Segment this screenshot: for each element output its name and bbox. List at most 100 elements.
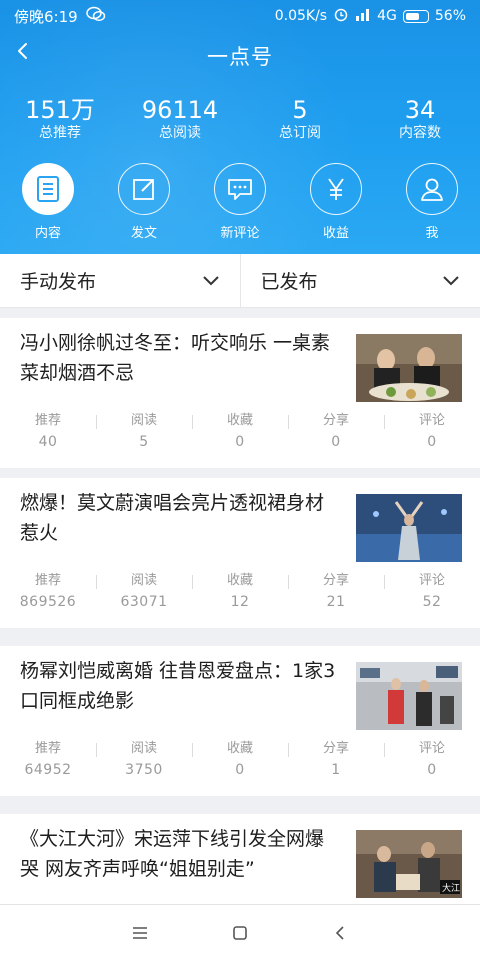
stat-label: 总订阅 [279, 125, 321, 141]
stat-label: 评论 [418, 573, 445, 588]
back-triangle-icon [335, 925, 344, 940]
stat-label: 收藏 [226, 573, 253, 588]
stat-value: 12 [230, 594, 250, 610]
stat-comment: 评论 0 [384, 412, 480, 458]
menu-icon [133, 926, 147, 939]
article-stats: 推荐 869526 阅读 63071 收藏 12 分享 21 评论 52 [0, 572, 480, 618]
nav-publish[interactable]: 发文 [96, 163, 192, 243]
stat-value: 0 [235, 762, 245, 778]
article-stats: 推荐 64952 阅读 3750 收藏 0 分享 1 评论 0 [0, 740, 480, 786]
comment-icon [228, 179, 252, 200]
home-square-icon [233, 925, 247, 940]
page-title: 一点号 [207, 45, 273, 69]
chevron-down-icon [202, 275, 219, 285]
chevron-down-icon [443, 275, 459, 285]
stat-share: 分享 1 [288, 740, 384, 786]
stat-value: 5 [139, 434, 149, 450]
nav-circle [310, 163, 362, 215]
system-back-button[interactable] [290, 925, 390, 941]
stat-label: 推荐 [34, 413, 61, 428]
battery-level: 56% [434, 8, 466, 24]
stat-value: 5 [292, 96, 308, 124]
stat-value: 64952 [24, 762, 72, 778]
feature-nav: 内容 发文 新评论 收益 我 [0, 163, 480, 243]
stat-read: 阅读 5 [96, 412, 192, 458]
stat-label: 内容数 [399, 125, 441, 141]
status-time: 傍晚6:19 [14, 7, 78, 26]
back-button[interactable] [8, 36, 38, 66]
nav-circle [406, 163, 458, 215]
nav-label: 内容 [34, 226, 61, 241]
stat-value: 1 [331, 762, 341, 778]
stat-label: 评论 [418, 413, 445, 428]
nav-new-comments[interactable]: 新评论 [192, 163, 288, 243]
menu-button[interactable] [90, 926, 190, 940]
stat-label: 阅读 [130, 741, 157, 756]
signal-icon [355, 7, 371, 25]
stat-value: 21 [326, 594, 346, 610]
stat-value: 52 [422, 594, 442, 610]
nav-earnings[interactable]: 收益 [288, 163, 384, 243]
user-icon [421, 178, 443, 201]
nav-circle [118, 163, 170, 215]
filter-bar: 手动发布 已发布 [0, 254, 480, 308]
stat-value: 0 [235, 434, 245, 450]
stat-recommend: 推荐 869526 [0, 572, 96, 618]
nav-circle [214, 163, 266, 215]
stat-label: 分享 [322, 741, 349, 756]
header: 傍晚6:19 0.05K/s 4G 56% 一点号 151万 总推荐 96114… [0, 0, 480, 254]
article-stats: 推荐 40 阅读 5 收藏 0 分享 0 评论 0 [0, 412, 480, 458]
article-title: 冯小刚徐帆过冬至：听交响乐 一桌素菜却烟酒不忌 [20, 332, 331, 384]
edit-icon [133, 179, 154, 200]
home-button[interactable] [190, 925, 290, 941]
stat-favorite: 收藏 12 [192, 572, 288, 618]
nav-label: 我 [425, 226, 439, 241]
stat-comment: 评论 0 [384, 740, 480, 786]
stat-value: 0 [427, 434, 437, 450]
stats-row: 151万 总推荐 96114 总阅读 5 总订阅 34 内容数 [0, 96, 480, 146]
stat-total-recommend: 151万 总推荐 [0, 96, 120, 146]
article-card[interactable]: 燃爆！莫文蔚演唱会亮片透视裙身材惹火 推荐 869526 阅读 63071 收藏 12… [0, 478, 480, 628]
stat-label: 阅读 [130, 413, 157, 428]
article-thumbnail [356, 662, 462, 730]
status-bar: 傍晚6:19 0.05K/s 4G 56% [0, 0, 480, 32]
title-bar: 一点号 [0, 34, 480, 78]
stat-value: 34 [404, 96, 436, 124]
stat-label: 总推荐 [39, 125, 81, 141]
publish-status-dropdown[interactable]: 已发布 [239, 254, 480, 307]
stat-label: 总阅读 [159, 125, 201, 141]
stat-read: 阅读 63071 [96, 572, 192, 618]
stat-label: 收藏 [226, 741, 253, 756]
alarm-icon [333, 6, 349, 26]
nav-content[interactable]: 内容 [0, 163, 96, 243]
nav-me[interactable]: 我 [384, 163, 480, 243]
stat-label: 推荐 [34, 573, 61, 588]
stat-total-subscribe: 5 总订阅 [240, 96, 360, 146]
network-speed: 0.05K/s [274, 8, 328, 24]
stat-value: 869526 [19, 594, 77, 610]
stat-label: 阅读 [130, 573, 157, 588]
article-card[interactable]: 冯小刚徐帆过冬至：听交响乐 一桌素菜却烟酒不忌 推荐 40 阅读 5 收藏 0 分享 0… [0, 318, 480, 468]
system-nav-bar [0, 904, 480, 960]
stat-content-count: 34 内容数 [360, 96, 480, 146]
article-title: 燃爆！莫文蔚演唱会亮片透视裙身材惹火 [20, 492, 325, 544]
stat-favorite: 收藏 0 [192, 740, 288, 786]
stat-recommend: 推荐 40 [0, 412, 96, 458]
filter-label: 手动发布 [20, 271, 97, 293]
stat-label: 推荐 [34, 741, 61, 756]
article-thumbnail [356, 334, 462, 402]
network-type: 4G [377, 8, 397, 24]
status-right: 0.05K/s 4G 56% [275, 6, 466, 26]
svg-text:大江: 大江 [442, 882, 460, 894]
stat-label: 分享 [322, 573, 349, 588]
nav-label: 新评论 [220, 226, 260, 241]
nav-label: 发文 [130, 226, 157, 241]
stat-label: 分享 [322, 413, 349, 428]
stat-recommend: 推荐 64952 [0, 740, 96, 786]
publish-type-dropdown[interactable]: 手动发布 [0, 254, 240, 307]
article-card[interactable]: 杨幂刘恺威离婚 往昔恩爱盘点：1家3口同框成绝影 推荐 64952 阅读 3750 … [0, 646, 480, 796]
nav-circle [22, 163, 74, 215]
stat-value: 151万 [25, 96, 95, 124]
back-arrow-icon [18, 43, 27, 59]
yen-icon [328, 178, 344, 200]
